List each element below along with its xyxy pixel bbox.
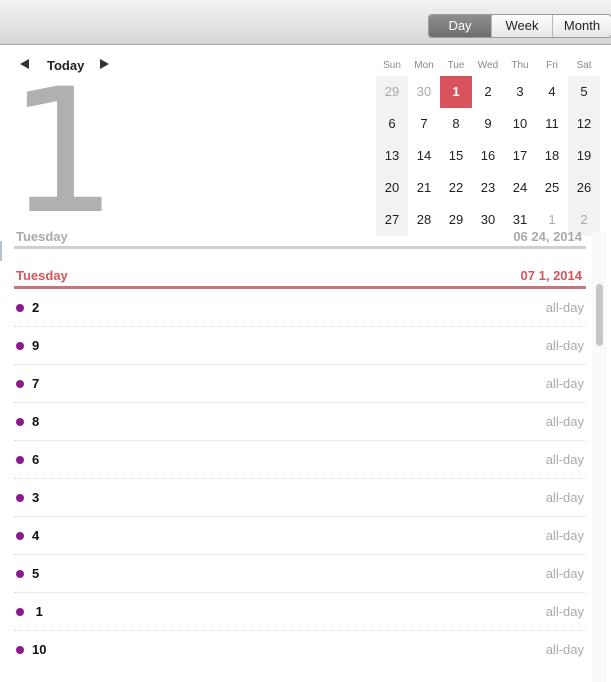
- weekday-label: Sun: [383, 60, 401, 71]
- mini-calendar-day[interactable]: 3: [504, 76, 536, 108]
- calendar-color-dot-icon: [16, 494, 24, 502]
- event-row[interactable]: 5 all-day: [14, 555, 586, 593]
- mini-calendar-day[interactable]: 21: [408, 172, 440, 204]
- event-title: 5: [32, 566, 40, 581]
- view-month-button[interactable]: Month: [553, 15, 611, 37]
- mini-calendar-day[interactable]: 22: [440, 172, 472, 204]
- calendar-color-dot-icon: [16, 532, 24, 540]
- mini-calendar-weekdays: Sun Mon Tue Wed Thu Fri Sat: [376, 56, 600, 76]
- mini-calendar-week: 6 7 8 9 10 11 12: [376, 108, 600, 140]
- mini-calendar-day[interactable]: 2: [472, 76, 504, 108]
- scrollbar-thumb[interactable]: [596, 284, 603, 346]
- event-row[interactable]: 3 all-day: [14, 479, 586, 517]
- current-day-date: 07 1, 2014: [520, 268, 582, 283]
- event-time: all-day: [545, 414, 584, 429]
- current-day-weekday: Tuesday: [16, 268, 68, 283]
- event-time: all-day: [545, 566, 584, 581]
- mini-calendar-day[interactable]: 9: [472, 108, 504, 140]
- mini-calendar-day[interactable]: 4: [536, 76, 568, 108]
- calendar-color-dot-icon: [16, 456, 24, 464]
- mini-calendar-day[interactable]: 11: [536, 108, 568, 140]
- mini-calendar-day[interactable]: 18: [536, 140, 568, 172]
- calendar-color-dot-icon: [16, 380, 24, 388]
- mini-calendar-day[interactable]: 7: [408, 108, 440, 140]
- mini-calendar-day[interactable]: 29: [376, 76, 408, 108]
- mini-calendar-day[interactable]: 10: [504, 108, 536, 140]
- event-title: 6: [32, 452, 40, 467]
- event-title: 1: [32, 604, 43, 619]
- mini-calendar-day[interactable]: 20: [376, 172, 408, 204]
- previous-day-date: 06 24, 2014: [513, 229, 582, 244]
- calendar-color-dot-icon: [16, 570, 24, 578]
- event-time: all-day: [545, 604, 584, 619]
- mini-calendar-day[interactable]: 25: [536, 172, 568, 204]
- event-time: all-day: [545, 452, 584, 467]
- mini-calendar-day[interactable]: 30: [408, 76, 440, 108]
- mini-calendar-day[interactable]: 19: [568, 140, 600, 172]
- window-edge-marker: [0, 241, 2, 261]
- mini-calendar-day-selected[interactable]: 1: [440, 76, 472, 108]
- event-row[interactable]: 1 all-day: [14, 593, 586, 631]
- event-time: all-day: [545, 376, 584, 391]
- event-row[interactable]: 6 all-day: [14, 441, 586, 479]
- event-time: all-day: [545, 642, 584, 657]
- weekday-label: Sat: [576, 60, 592, 71]
- event-row[interactable]: 4 all-day: [14, 517, 586, 555]
- weekday-label: Fri: [546, 60, 558, 71]
- event-row[interactable]: 7 all-day: [14, 365, 586, 403]
- mini-calendar-day[interactable]: 12: [568, 108, 600, 140]
- event-row[interactable]: 2 all-day: [14, 289, 586, 327]
- event-title: 2: [32, 300, 40, 315]
- event-time: all-day: [545, 490, 584, 505]
- mini-calendar-day[interactable]: 5: [568, 76, 600, 108]
- calendar-color-dot-icon: [16, 646, 24, 654]
- event-time: all-day: [545, 338, 584, 353]
- mini-calendar-day[interactable]: 24: [504, 172, 536, 204]
- weekday-label: Thu: [511, 60, 529, 71]
- event-title: 10: [32, 642, 47, 657]
- previous-day-header: Tuesday 06 24, 2014: [14, 226, 586, 249]
- mini-calendar-day[interactable]: 16: [472, 140, 504, 172]
- mini-calendar-week: 20 21 22 23 24 25 26: [376, 172, 600, 204]
- mini-calendar-week: 29 30 1 2 3 4 5: [376, 76, 600, 108]
- mini-calendar-day[interactable]: 26: [568, 172, 600, 204]
- event-title: 9: [32, 338, 40, 353]
- event-time: all-day: [545, 300, 584, 315]
- mini-calendar-week: 13 14 15 16 17 18 19: [376, 140, 600, 172]
- weekday-label: Wed: [477, 60, 499, 71]
- mini-calendar-day[interactable]: 23: [472, 172, 504, 204]
- event-row[interactable]: 8 all-day: [14, 403, 586, 441]
- calendar-color-dot-icon: [16, 342, 24, 350]
- weekday-label: Mon: [414, 60, 434, 71]
- mini-calendar-day[interactable]: 15: [440, 140, 472, 172]
- calendar-color-dot-icon: [16, 608, 24, 616]
- mini-calendar-day[interactable]: 17: [504, 140, 536, 172]
- event-row[interactable]: 9 all-day: [14, 327, 586, 365]
- mini-calendar-day[interactable]: 14: [408, 140, 440, 172]
- mini-calendar-day[interactable]: 13: [376, 140, 408, 172]
- event-time: all-day: [545, 528, 584, 543]
- big-day-number: 1: [8, 51, 117, 252]
- previous-day-weekday: Tuesday: [16, 229, 68, 244]
- event-list: 2 all-day 9 all-day 7 all-day 8 all-day …: [14, 289, 586, 669]
- event-title: 3: [32, 490, 40, 505]
- event-title: 8: [32, 414, 40, 429]
- current-day-header: Tuesday 07 1, 2014: [14, 265, 586, 289]
- toolbar: Day Week Month: [0, 0, 611, 45]
- mini-calendar: Sun Mon Tue Wed Thu Fri Sat 29 30 1 2 3 …: [376, 56, 600, 236]
- mini-calendar-day[interactable]: 8: [440, 108, 472, 140]
- view-week-button[interactable]: Week: [492, 15, 553, 37]
- event-title: 7: [32, 376, 40, 391]
- view-segmented-control: Day Week Month: [428, 14, 611, 38]
- weekday-label: Tue: [447, 60, 465, 71]
- calendar-color-dot-icon: [16, 304, 24, 312]
- event-row[interactable]: 10 all-day: [14, 631, 586, 669]
- event-title: 4: [32, 528, 40, 543]
- view-day-button[interactable]: Day: [429, 15, 492, 37]
- mini-calendar-day[interactable]: 6: [376, 108, 408, 140]
- calendar-color-dot-icon: [16, 418, 24, 426]
